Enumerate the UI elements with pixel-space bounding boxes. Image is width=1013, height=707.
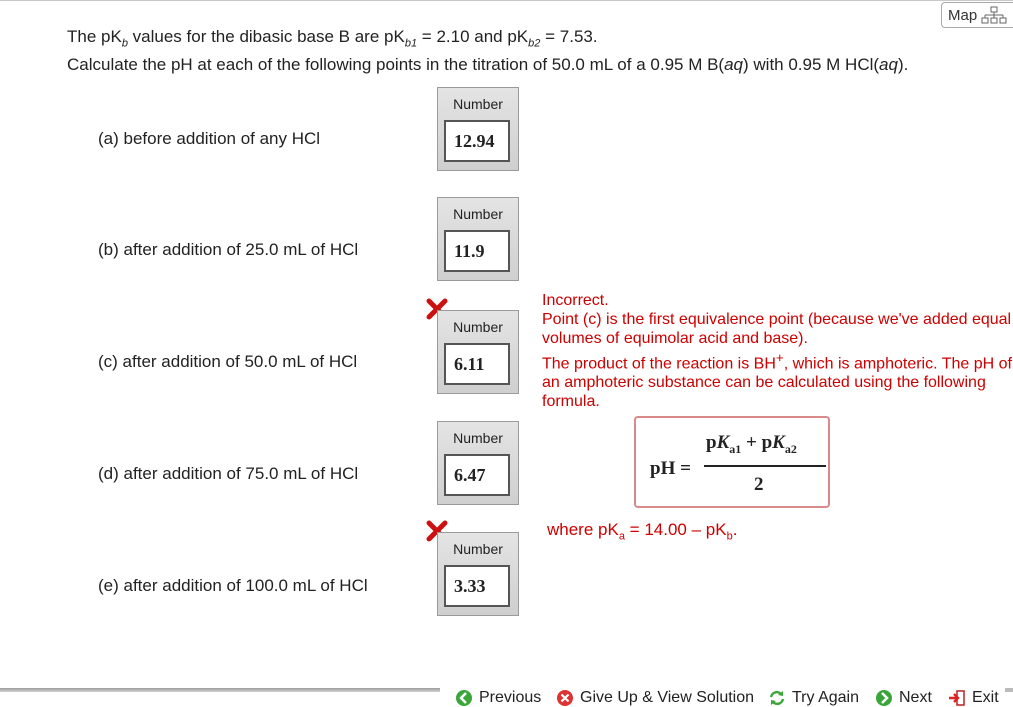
- answer-input-e[interactable]: 3.33: [444, 565, 510, 607]
- formula-numerator: pKa1 + pKa2: [706, 432, 797, 456]
- answer-box-d: Number 6.47: [437, 421, 519, 505]
- arrow-left-icon: [456, 689, 472, 706]
- feedback-paragraph-1: Point (c) is the first equivalence point…: [542, 311, 1012, 347]
- answer-caption: Number: [453, 430, 503, 446]
- answer-input-a[interactable]: 12.94: [444, 120, 510, 162]
- answer-caption: Number: [453, 206, 503, 222]
- answer-input-b[interactable]: 11.9: [444, 230, 510, 272]
- map-button[interactable]: Map: [941, 2, 1013, 28]
- fraction-bar: [704, 465, 826, 467]
- feedback-title: Incorrect.: [542, 292, 609, 309]
- answer-input-c[interactable]: 6.11: [444, 343, 510, 385]
- answer-input-d[interactable]: 6.47: [444, 454, 510, 496]
- formula-lhs: pH =: [650, 458, 691, 479]
- question-e-label: (e) after addition of 100.0 mL of HCl: [98, 576, 368, 595]
- next-button[interactable]: Next: [875, 688, 932, 707]
- give-up-button[interactable]: Give Up & View Solution: [556, 688, 754, 707]
- answer-box-e: Number 3.33: [437, 532, 519, 616]
- answer-box-a: Number 12.94: [437, 87, 519, 171]
- exit-icon: [949, 689, 965, 706]
- refresh-icon: [769, 690, 785, 705]
- feedback-paragraph-2: The product of the reaction is BH+, whic…: [542, 350, 1012, 411]
- map-label: Map: [948, 6, 978, 24]
- bottom-divider: [0, 688, 440, 692]
- question-a-label: (a) before addition of any HCl: [98, 129, 321, 148]
- arrow-right-icon: [876, 689, 892, 706]
- answer-caption: Number: [453, 541, 503, 557]
- sitemap-icon: [981, 6, 1007, 24]
- answer-caption: Number: [453, 96, 503, 112]
- problem-statement: The pKb values for the dibasic base B ar…: [67, 26, 908, 76]
- bottom-divider-end: [1005, 688, 1013, 692]
- try-again-button[interactable]: Try Again: [768, 688, 859, 707]
- answer-caption: Number: [453, 319, 503, 335]
- close-circle-icon: [557, 689, 573, 706]
- answer-box-b: Number 11.9: [437, 197, 519, 281]
- question-c-label: (c) after addition of 50.0 mL of HCl: [98, 352, 358, 371]
- feedback-panel: Incorrect. Point (c) is the first equiva…: [542, 291, 1012, 411]
- top-divider: [0, 0, 1013, 1]
- formula-denominator: 2: [754, 474, 764, 495]
- exit-button[interactable]: Exit: [948, 688, 999, 707]
- question-b-label: (b) after addition of 25.0 mL of HCl: [98, 240, 359, 259]
- answer-box-c: Number 6.11: [437, 310, 519, 394]
- problem-line-1: The pKb values for the dibasic base B ar…: [67, 27, 598, 50]
- question-d-label: (d) after addition of 75.0 mL of HCl: [98, 464, 359, 483]
- problem-line-2: Calculate the pH at each of the followin…: [67, 55, 909, 75]
- ph-formula: pH = pKa1 + pKa2 2: [634, 416, 830, 508]
- previous-button[interactable]: Previous: [455, 688, 541, 707]
- pka-relation-note: where pKa = 14.00 – pKb.: [547, 520, 738, 543]
